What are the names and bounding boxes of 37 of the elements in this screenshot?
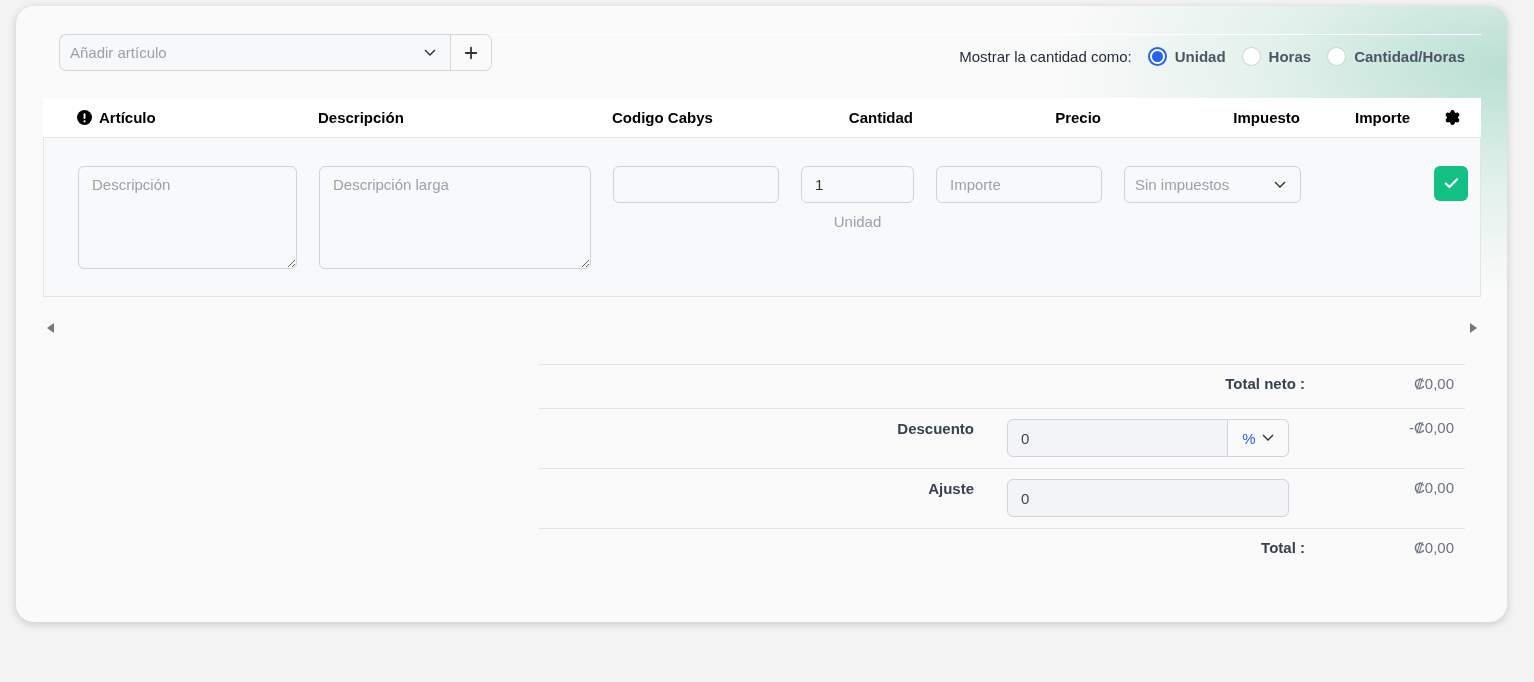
column-header: Descripción xyxy=(318,109,404,126)
add-button[interactable] xyxy=(450,34,493,71)
amount-value: ₡0,00 xyxy=(1412,375,1454,392)
radio-option[interactable]: Unidad xyxy=(1147,47,1226,66)
description-field[interactable]: Descripción xyxy=(78,166,297,269)
amount-value: -₡0,00 xyxy=(1407,419,1454,436)
radio-option[interactable]: Horas xyxy=(1241,47,1312,66)
total-label: Descuento xyxy=(896,419,975,437)
amount-value: ₡0,00 xyxy=(1412,539,1454,556)
column-header: Impuesto xyxy=(1233,109,1300,126)
quantity-mode-label: Mostrar la cantidad como: xyxy=(959,48,1132,65)
chevron-down-icon xyxy=(1261,434,1274,442)
column-header: Precio xyxy=(1055,109,1101,126)
radio-option[interactable]: Cantidad/Horas xyxy=(1327,47,1465,66)
chevron-down-icon xyxy=(1274,180,1286,189)
amount-value: ₡0,00 xyxy=(1412,479,1454,496)
unit-select[interactable]: % xyxy=(1228,419,1289,457)
chevron-down-icon xyxy=(424,49,437,57)
column-header: Cantidad xyxy=(848,109,913,126)
add-item-field[interactable]: Añadir artículo xyxy=(59,34,451,71)
cabys-code-field[interactable] xyxy=(613,166,779,203)
settings-icon[interactable] xyxy=(1444,109,1461,126)
radio-button[interactable] xyxy=(1147,47,1167,66)
discount-field[interactable]: 0 xyxy=(1007,419,1228,457)
adjustment-field[interactable]: 0 xyxy=(1007,479,1289,517)
total-label: Total neto : xyxy=(1224,375,1305,392)
unit-label: Unidad xyxy=(833,213,882,230)
column-header: Artículo xyxy=(99,109,156,126)
total-label: Ajuste xyxy=(927,479,975,497)
total-label: Total : xyxy=(1260,539,1305,556)
confirm-button[interactable] xyxy=(1434,166,1468,201)
quantity-field[interactable]: 1 xyxy=(801,166,914,203)
exclamation-icon xyxy=(77,110,92,125)
column-header: Importe xyxy=(1355,109,1410,126)
long-description-field[interactable]: Descripción larga xyxy=(319,166,591,269)
column-header: Codigo Cabys xyxy=(612,109,713,126)
price-field[interactable]: Importe xyxy=(936,166,1102,203)
